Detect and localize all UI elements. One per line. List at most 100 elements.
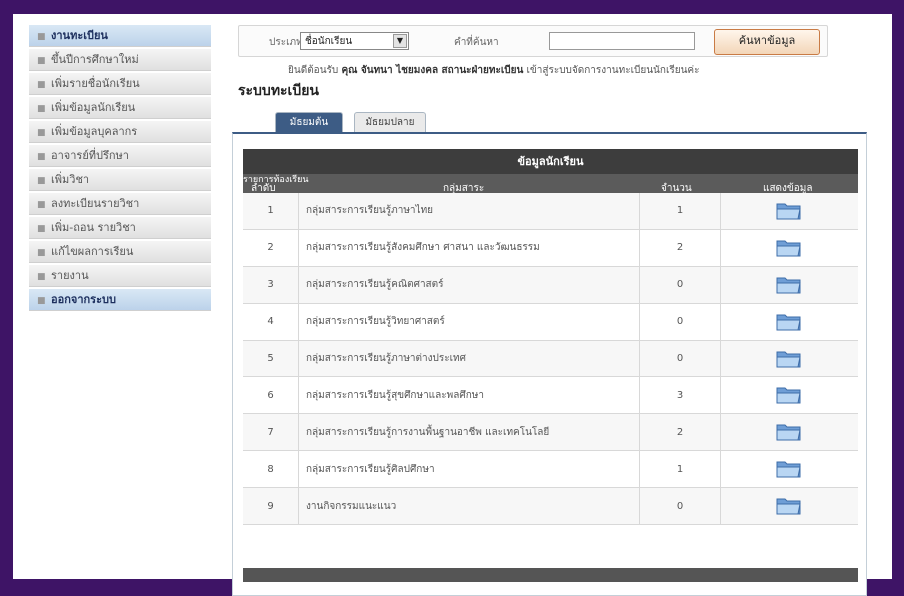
sidebar-item[interactable]: ■ เพิ่มรายชื่อนักเรียน (29, 73, 211, 95)
row-subject: กลุ่มสาระการเรียนรู้สุขศึกษาและพลศึกษา (298, 377, 640, 414)
bullet-icon: ■ (37, 272, 46, 282)
table-footer (243, 568, 858, 582)
table-row: 3 กลุ่มสาระการเรียนรู้คณิตศาสตร์ 0 (243, 266, 858, 304)
tab-panel: ข้อมูลนักเรียน รายการท้องเรียน ลำดับ กลุ… (232, 132, 867, 596)
sidebar-item-label: รายงาน (51, 269, 89, 282)
sidebar-item-label: เพิ่มรายชื่อนักเรียน (51, 77, 140, 90)
search-type-value: ชื่อนักเรียน (305, 36, 353, 47)
sidebar-item[interactable]: ■ ลงทะเบียนรายวิชา (29, 193, 211, 215)
show-data-button[interactable] (720, 230, 858, 266)
bullet-icon: ■ (37, 296, 46, 306)
row-count: 1 (640, 193, 721, 229)
show-data-button[interactable] (720, 414, 858, 450)
bullet-icon: ■ (37, 224, 46, 234)
search-input[interactable] (549, 32, 695, 50)
show-data-button[interactable] (720, 341, 858, 377)
sidebar-item[interactable]: ■ งานทะเบียน (29, 25, 211, 47)
folder-icon[interactable] (776, 496, 802, 516)
sidebar-item-label: เพิ่มข้อมูลบุคลากร (51, 125, 138, 138)
row-count: 3 (640, 377, 721, 414)
row-number: 2 (243, 229, 299, 266)
table-row: 2 กลุ่มสาระการเรียนรู้สังคมศึกษา ศาสนา แล… (243, 229, 858, 267)
sidebar-item[interactable]: ■ เพิ่ม-ถอน รายวิชา (29, 217, 211, 239)
table-row: 6 กลุ่มสาระการเรียนรู้สุขศึกษาและพลศึกษา 3 (243, 377, 858, 415)
welcome-suffix: เข้าสู่ระบบจัดการงานทะเบียนนักเรียนค่ะ (526, 65, 700, 76)
search-type-label: ประเภท (269, 37, 303, 48)
sidebar-item[interactable]: ■ เพิ่มข้อมูลนักเรียน (29, 97, 211, 119)
table-title: ข้อมูลนักเรียน (243, 149, 858, 174)
sidebar-item[interactable]: ■ แก้ไขผลการเรียน (29, 241, 211, 263)
table-body: 1 กลุ่มสาระการเรียนรู้ภาษาไทย 1 2 กลุ่มสาระก… (243, 193, 858, 526)
row-number: 6 (243, 377, 299, 414)
folder-icon[interactable] (776, 349, 802, 369)
sidebar-item-label: ลงทะเบียนรายวิชา (51, 197, 140, 210)
row-number: 4 (243, 303, 299, 340)
sidebar-item-label: เพิ่ม-ถอน รายวิชา (51, 221, 136, 234)
row-count: 0 (640, 266, 721, 303)
sidebar-item[interactable]: ■ เพิ่มข้อมูลบุคลากร (29, 121, 211, 143)
bullet-icon: ■ (37, 128, 46, 138)
row-number: 8 (243, 451, 299, 488)
bullet-icon: ■ (37, 176, 46, 186)
table-row: 9 งานกิจกรรมแนะแนว 0 (243, 488, 858, 526)
bullet-icon: ■ (37, 80, 46, 90)
search-button[interactable]: ค้นหาข้อมูล (714, 29, 820, 55)
row-count: 2 (640, 414, 721, 451)
sidebar-item[interactable]: ■ ออกจากระบบ (29, 289, 211, 311)
folder-icon[interactable] (776, 459, 802, 479)
sidebar-item-label: แก้ไขผลการเรียน (51, 245, 134, 258)
sidebar-item-label: เพิ่มข้อมูลนักเรียน (51, 101, 136, 114)
show-data-button[interactable] (720, 193, 858, 229)
folder-icon[interactable] (776, 238, 802, 258)
show-data-button[interactable] (720, 488, 858, 524)
bullet-icon: ■ (37, 56, 46, 66)
sidebar-item-label: อาจารย์ที่ปรึกษา (51, 149, 129, 162)
row-number: 1 (243, 193, 299, 229)
row-subject: งานกิจกรรมแนะแนว (298, 488, 640, 525)
sidebar-item[interactable]: ■ เพิ่มวิชา (29, 169, 211, 191)
tab-lower-secondary[interactable]: มัธยมต้น (275, 112, 343, 132)
bullet-icon: ■ (37, 248, 46, 258)
table-row: 4 กลุ่มสาระการเรียนรู้วิทยาศาสตร์ 0 (243, 303, 858, 341)
welcome-message: ยินดีต้อนรับ คุณ จันทนา ไชยมงคล สถานะฝ่า… (288, 63, 699, 78)
bullet-icon: ■ (37, 104, 46, 114)
row-count: 0 (640, 303, 721, 340)
bullet-icon: ■ (37, 32, 46, 42)
folder-icon[interactable] (776, 422, 802, 442)
chevron-down-icon[interactable]: ▼ (393, 34, 407, 48)
row-subject: กลุ่มสาระการเรียนรู้ศิลปศึกษา (298, 451, 640, 488)
row-count: 2 (640, 229, 721, 266)
row-subject: กลุ่มสาระการเรียนรู้ภาษาไทย (298, 193, 640, 229)
search-type-select[interactable]: ชื่อนักเรียน ▼ (300, 32, 409, 50)
row-number: 7 (243, 414, 299, 451)
row-subject: กลุ่มสาระการเรียนรู้ภาษาต่างประเทศ (298, 340, 640, 377)
tab-upper-secondary[interactable]: มัธยมปลาย (354, 112, 426, 132)
folder-icon[interactable] (776, 275, 802, 295)
row-subject: กลุ่มสาระการเรียนรู้สังคมศึกษา ศาสนา และ… (298, 229, 640, 266)
row-number: 5 (243, 340, 299, 377)
show-data-button[interactable] (720, 304, 858, 340)
folder-icon[interactable] (776, 201, 802, 221)
sidebar-item-label: ออกจากระบบ (51, 293, 116, 306)
row-subject: กลุ่มสาระการเรียนรู้คณิตศาสตร์ (298, 266, 640, 303)
table-header: รายการท้องเรียน ลำดับ กลุ่มสาระ จำนวน แส… (243, 174, 858, 194)
show-data-button[interactable] (720, 377, 858, 413)
page-frame: ■ งานทะเบียน ■ ขึ้นปีการศึกษาใหม่ ■ เพิ่มรายช… (13, 14, 892, 596)
welcome-user-name: คุณ จันทนา ไชยมงคล สถานะฝ่ายทะเบียน (341, 65, 524, 76)
row-number: 3 (243, 266, 299, 303)
table-row: 8 กลุ่มสาระการเรียนรู้ศิลปศึกษา 1 (243, 451, 858, 489)
show-data-button[interactable] (720, 451, 858, 487)
sidebar-item[interactable]: ■ รายงาน (29, 265, 211, 287)
folder-icon[interactable] (776, 312, 802, 332)
row-subject: กลุ่มสาระการเรียนรู้การงานพื้นฐานอาชีพ แ… (298, 414, 640, 451)
sidebar-item[interactable]: ■ ขึ้นปีการศึกษาใหม่ (29, 49, 211, 71)
search-bar: ประเภท ชื่อนักเรียน ▼ คำที่ค้นหา ค้นหาข้… (238, 25, 828, 57)
page-title: ระบบทะเบียน (238, 83, 320, 99)
row-count: 1 (640, 451, 721, 488)
sidebar-item[interactable]: ■ อาจารย์ที่ปรึกษา (29, 145, 211, 167)
sidebar-item-label: ขึ้นปีการศึกษาใหม่ (51, 53, 139, 66)
folder-icon[interactable] (776, 385, 802, 405)
bullet-icon: ■ (37, 152, 46, 162)
show-data-button[interactable] (720, 267, 858, 303)
search-keyword-label: คำที่ค้นหา (454, 37, 499, 48)
